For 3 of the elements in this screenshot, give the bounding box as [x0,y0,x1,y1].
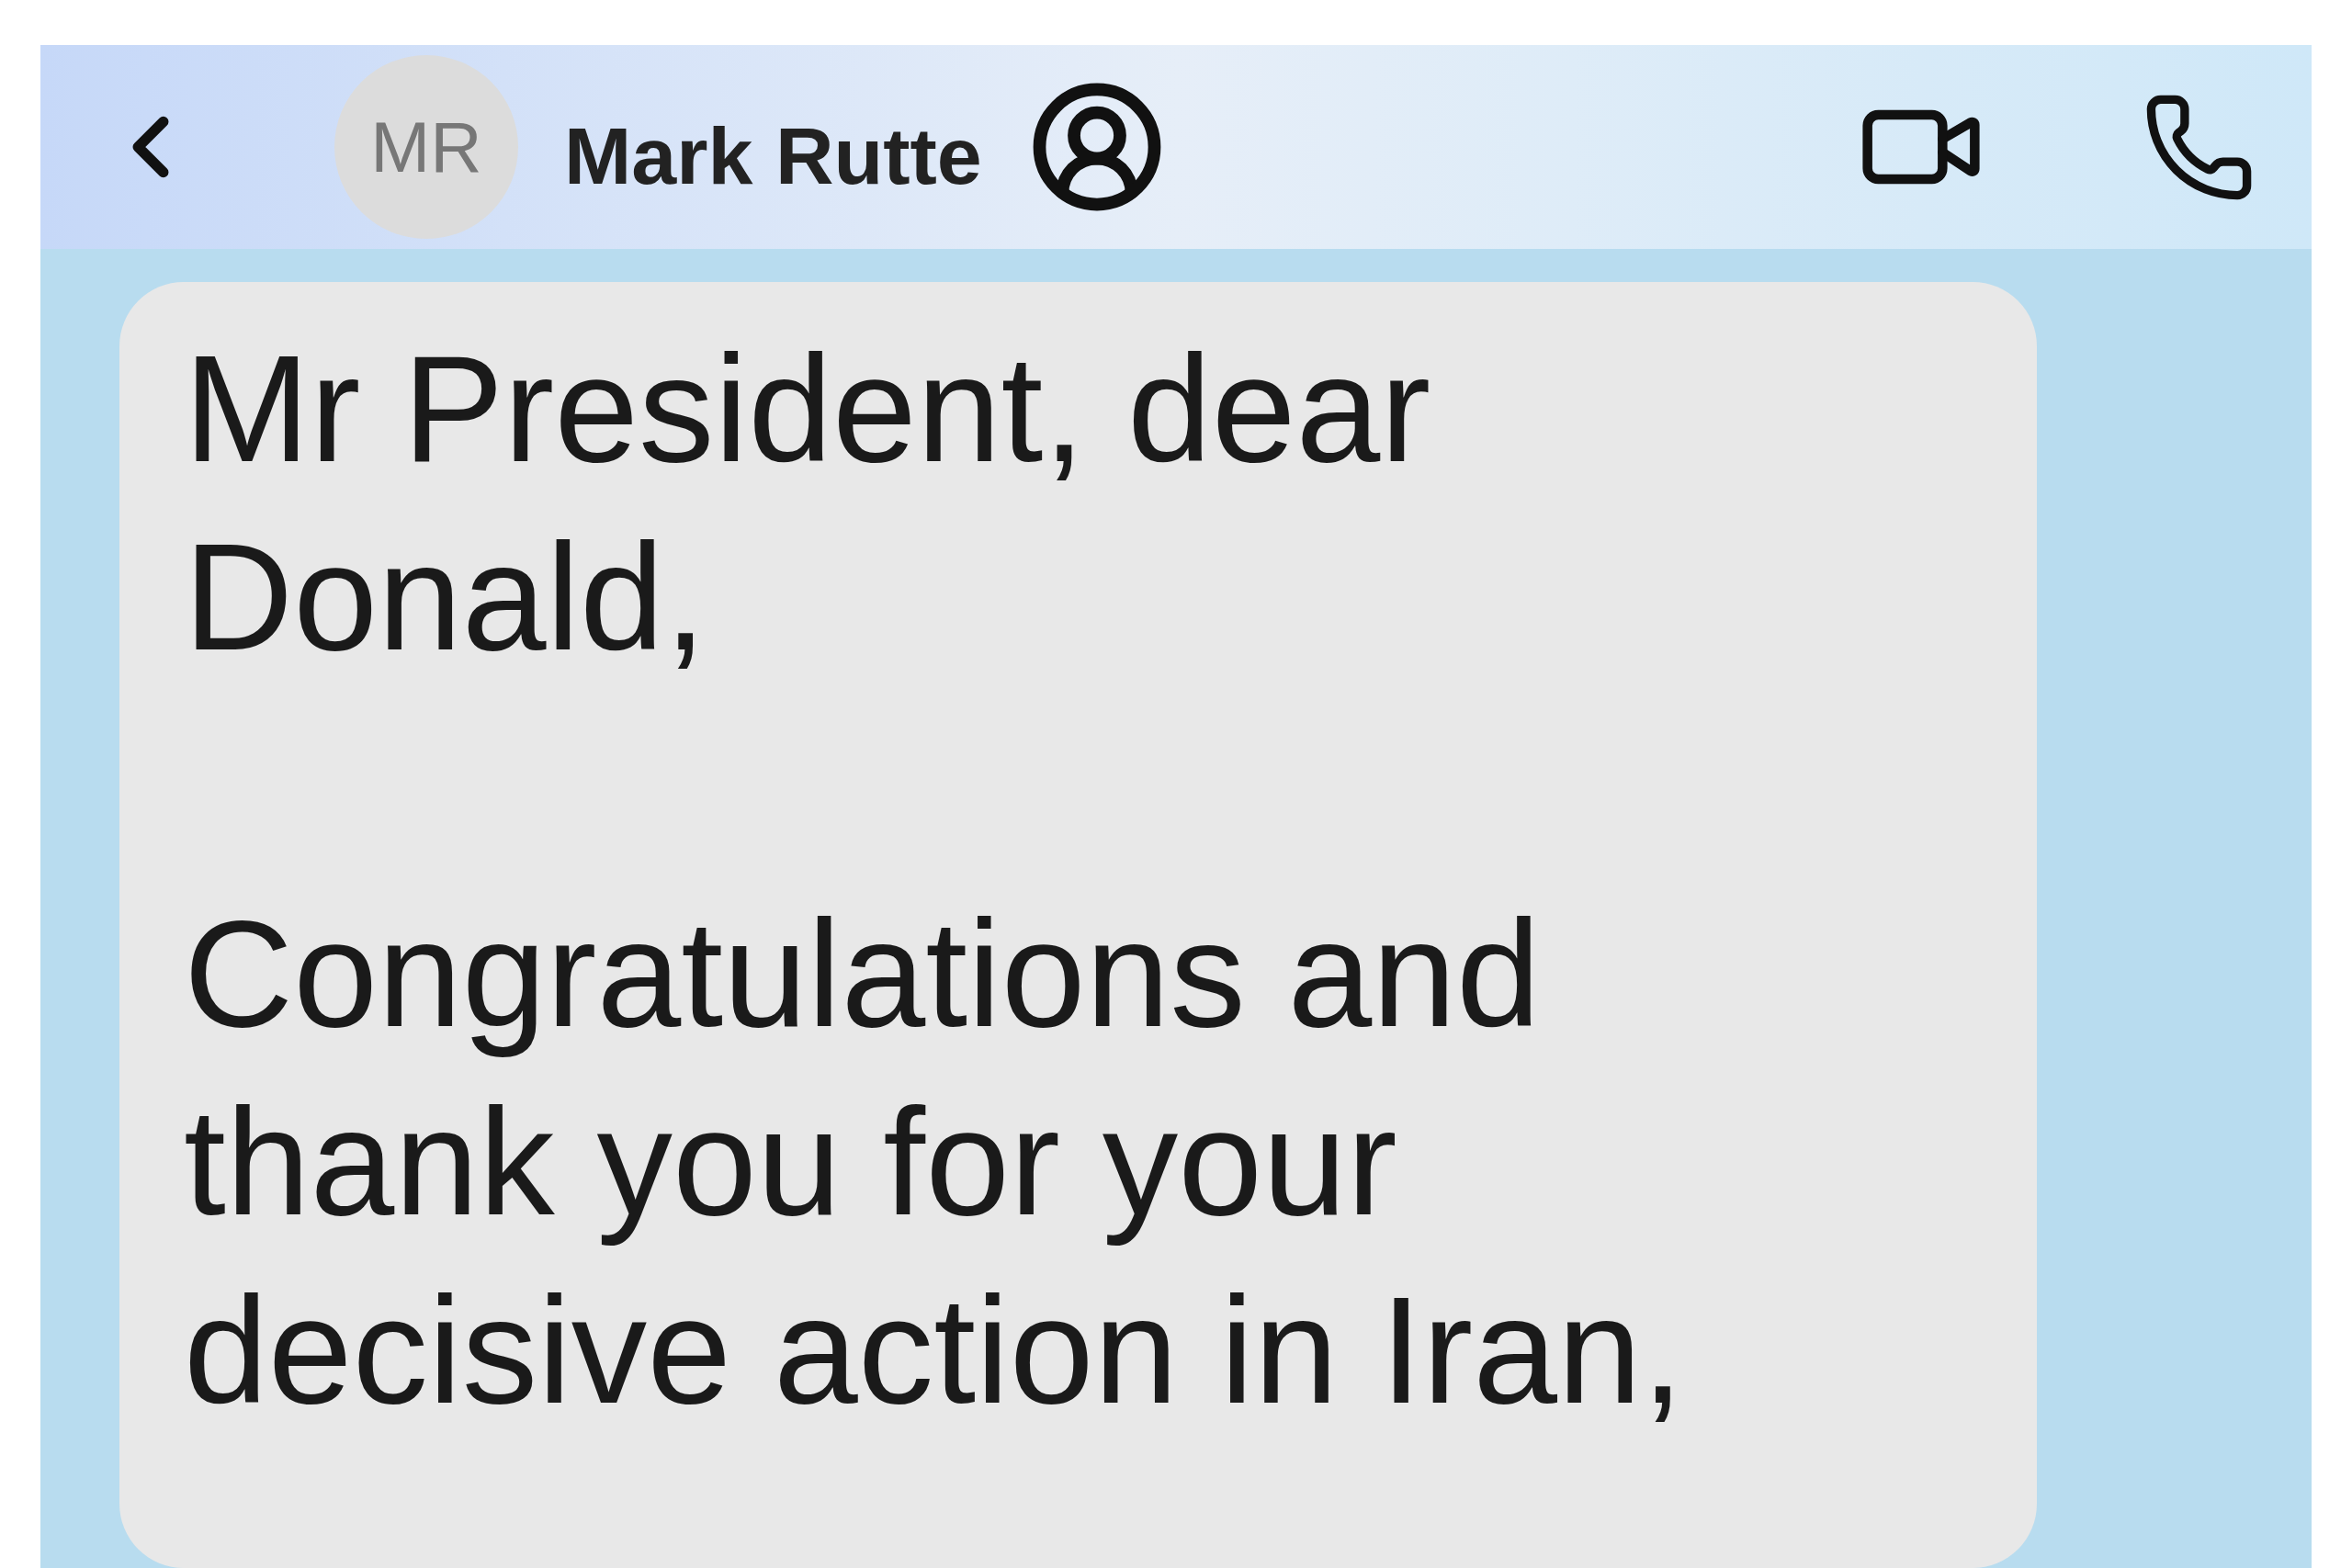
contact-name: Mark Rutte [564,109,982,203]
avatar: MR [334,55,518,239]
message-bubble: Mr President, dear Donald, Congratulations and thank you for your decisive action in Iran, [119,282,2037,1568]
